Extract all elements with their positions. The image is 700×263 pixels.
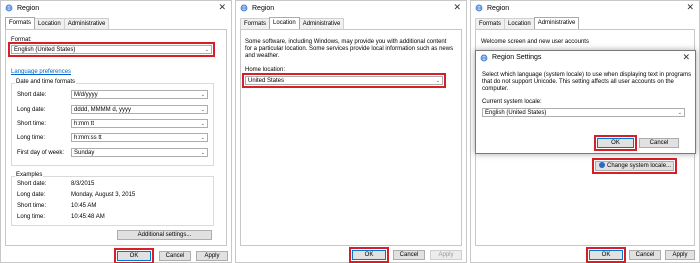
change-system-locale-label: Change system locale...: [607, 163, 672, 169]
tab-location[interactable]: Location: [504, 18, 535, 29]
dialog-title-bar: Region Settings ✕: [476, 51, 695, 64]
globe-icon: [240, 4, 248, 12]
chevron-down-icon: ⌄: [200, 135, 205, 141]
window-title: Region: [252, 4, 275, 12]
close-icon[interactable]: ✕: [453, 2, 461, 13]
chevron-down-icon: ⌄: [435, 78, 440, 84]
tab-strip: Formats Location Administrative: [475, 17, 580, 29]
region-settings-dialog: Region Settings ✕ Select which language …: [475, 50, 696, 154]
tab-formats[interactable]: Formats: [475, 18, 506, 29]
examples-title: Examples: [15, 172, 44, 178]
chevron-down-icon: ⌄: [200, 92, 205, 98]
example-label: Long time:: [17, 214, 46, 220]
tab-location[interactable]: Location: [34, 18, 65, 29]
tab-formats[interactable]: Formats: [240, 18, 271, 29]
ok-button[interactable]: OK: [349, 247, 389, 263]
dialog-description-line: that do not support Unicode. This settin…: [482, 79, 674, 85]
location-description-line: and weather.: [245, 53, 280, 59]
example-value: Monday, August 3, 2015: [71, 192, 136, 198]
home-location-value: United States: [248, 78, 285, 84]
title-bar: Region ✕: [236, 1, 466, 15]
example-value: 8/3/2015: [71, 181, 95, 187]
tab-administrative[interactable]: Administrative: [298, 18, 345, 29]
shield-icon: [599, 162, 605, 168]
language-preferences-link[interactable]: Language preferences: [11, 69, 71, 75]
dialog-title: Region Settings: [492, 54, 542, 61]
tab-administrative[interactable]: Administrative: [533, 17, 580, 29]
tab-content: [240, 29, 462, 246]
window-title: Region: [17, 4, 40, 12]
dialog-description-line: Select which language (system locale) to…: [482, 72, 692, 78]
long-time-select[interactable]: h:mm:ss tt ⌄: [71, 133, 208, 142]
close-icon[interactable]: ✕: [686, 2, 694, 13]
chevron-down-icon: ⌄: [200, 121, 205, 127]
tab-location[interactable]: Location: [269, 17, 300, 29]
chevron-down-icon: ⌄: [200, 150, 205, 156]
apply-button[interactable]: Apply: [665, 250, 695, 260]
cancel-button[interactable]: Cancel: [629, 250, 661, 260]
example-label: Short date:: [17, 181, 47, 187]
row-label: Long date:: [17, 107, 46, 113]
close-icon[interactable]: ✕: [218, 2, 226, 13]
chevron-down-icon: ⌄: [200, 107, 205, 113]
format-label: Format:: [11, 37, 32, 43]
tab-strip: Formats Location Administrative: [240, 17, 345, 29]
tab-formats[interactable]: Formats: [5, 17, 36, 29]
chevron-down-icon: ⌄: [204, 47, 209, 53]
location-description-line: for a particular location. Some services…: [245, 46, 454, 52]
current-locale-value: English (United States): [485, 110, 547, 116]
window-title: Region: [487, 4, 510, 12]
date-time-group-title: Date and time formats: [15, 79, 77, 85]
globe-icon: [5, 4, 13, 12]
select-value: Sunday: [74, 150, 95, 156]
first-day-select[interactable]: Sunday ⌄: [71, 148, 208, 157]
tab-strip: Formats Location Administrative: [5, 17, 110, 29]
example-value: 10:45:48 AM: [71, 214, 105, 220]
apply-button[interactable]: Apply: [430, 250, 462, 260]
additional-settings-button[interactable]: Additional settings...: [117, 230, 212, 240]
welcome-screen-title: Welcome screen and new user accounts: [481, 39, 589, 45]
example-value: 10:45 AM: [71, 203, 97, 209]
ok-button[interactable]: OK: [586, 247, 626, 263]
globe-icon: [480, 54, 488, 61]
dialog-description-line: computer.: [482, 86, 509, 92]
row-label: Short date:: [17, 92, 47, 98]
dialog-ok-button[interactable]: OK: [594, 135, 637, 151]
tab-administrative[interactable]: Administrative: [63, 18, 110, 29]
title-bar: Region ✕: [1, 1, 231, 15]
example-label: Long date:: [17, 192, 46, 198]
select-value: h:mm tt: [74, 121, 95, 127]
short-date-select[interactable]: M/d/yyyy ⌄: [71, 90, 208, 99]
example-label: Short time:: [17, 203, 47, 209]
region-window-formats: Region ✕ Formats Location Administrative…: [0, 0, 232, 263]
dialog-cancel-button[interactable]: Cancel: [639, 138, 679, 148]
select-value: h:mm:ss tt: [74, 135, 102, 141]
current-locale-select[interactable]: English (United States) ⌄: [482, 108, 685, 117]
row-label: First day of week:: [17, 150, 65, 156]
select-value: dddd, MMMM d, yyyy: [74, 107, 132, 113]
title-bar: Region ✕: [471, 1, 699, 15]
location-description-line: Some software, including Windows, may pr…: [245, 39, 447, 45]
ok-button[interactable]: OK: [114, 248, 154, 263]
close-icon[interactable]: ✕: [682, 52, 690, 63]
globe-icon: [475, 4, 483, 12]
home-location-select[interactable]: United States ⌄: [242, 73, 446, 88]
chevron-down-icon: ⌄: [677, 110, 682, 116]
row-label: Long time:: [17, 135, 46, 141]
format-select[interactable]: English (United States) ⌄: [8, 42, 215, 57]
change-system-locale-button[interactable]: Change system locale...: [592, 158, 677, 174]
short-time-select[interactable]: h:mm tt ⌄: [71, 119, 208, 128]
cancel-button[interactable]: Cancel: [393, 250, 425, 260]
long-date-select[interactable]: dddd, MMMM d, yyyy ⌄: [71, 105, 208, 114]
region-window-location: Region ✕ Formats Location Administrative…: [235, 0, 467, 263]
row-label: Short time:: [17, 121, 47, 127]
cancel-button[interactable]: Cancel: [159, 251, 191, 261]
select-value: M/d/yyyy: [74, 92, 98, 98]
format-select-value: English (United States): [14, 47, 76, 53]
home-location-label: Home location:: [245, 67, 286, 73]
apply-button[interactable]: Apply: [196, 251, 228, 261]
current-locale-label: Current system locale:: [482, 99, 542, 105]
